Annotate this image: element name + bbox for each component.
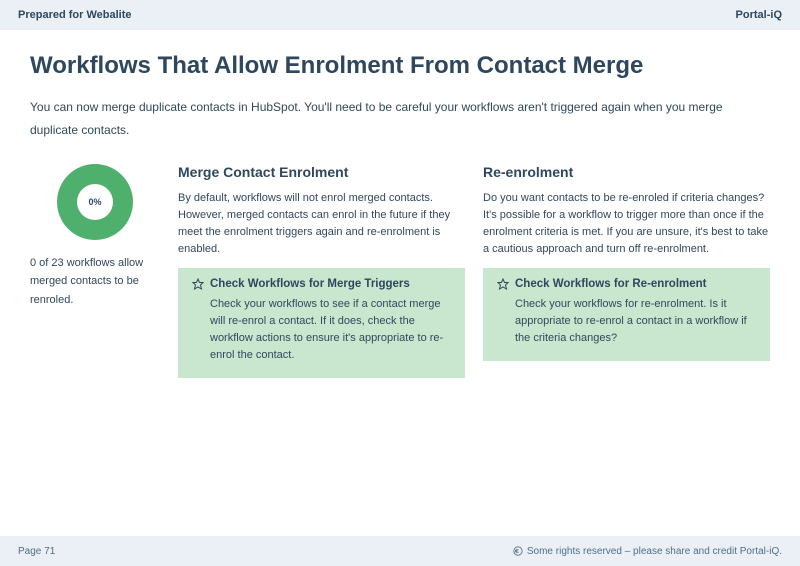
chart-column: 0% 0 of 23 workflows allow merged contac… [30,164,160,378]
callout-title-reenrol: Check Workflows for Re-enrolment [497,278,756,290]
section-heading-merge: Merge Contact Enrolment [178,164,465,180]
section-merge-enrolment: Merge Contact Enrolment By default, work… [178,164,465,378]
star-icon [192,278,204,290]
callout-title-merge: Check Workflows for Merge Triggers [192,278,451,290]
section-body-merge: By default, workflows will not enrol mer… [178,190,465,258]
header-bar: Prepared for Webalite Portal-iQ [0,0,800,30]
chart-caption: 0 of 23 workflows allow merged contacts … [30,254,160,310]
footer-rights: Some rights reserved – please share and … [513,546,782,557]
main-content: Workflows That Allow Enrolment From Cont… [0,30,800,388]
section-heading-reenrol: Re-enrolment [483,164,770,180]
callout-body-merge: Check your workflows to see if a contact… [192,296,451,364]
donut-chart-wrap: 0% [30,164,160,240]
page-number: Page 71 [18,546,55,557]
section-body-reenrol: Do you want contacts to be re-enroled if… [483,190,770,258]
prepared-for-label: Prepared for Webalite [18,9,132,21]
page-intro: You can now merge duplicate contacts in … [30,96,770,142]
columns-row: 0% 0 of 23 workflows allow merged contac… [30,164,770,378]
callout-title-text-reenrol: Check Workflows for Re-enrolment [515,278,707,290]
footer-bar: Page 71 Some rights reserved – please sh… [0,536,800,566]
donut-chart: 0% [57,164,133,240]
page-title: Workflows That Allow Enrolment From Cont… [30,52,770,80]
section-re-enrolment: Re-enrolment Do you want contacts to be … [483,164,770,378]
footer-rights-text: Some rights reserved – please share and … [527,546,782,557]
star-icon [497,278,509,290]
callout-body-reenrol: Check your workflows for re-enrolment. I… [497,296,756,347]
donut-center-label: 0% [77,184,113,220]
callout-title-text-merge: Check Workflows for Merge Triggers [210,278,410,290]
callout-re-enrolment: Check Workflows for Re-enrolment Check y… [483,268,770,361]
cc-icon [513,546,523,556]
brand-label: Portal-iQ [736,9,782,21]
callout-merge-triggers: Check Workflows for Merge Triggers Check… [178,268,465,378]
